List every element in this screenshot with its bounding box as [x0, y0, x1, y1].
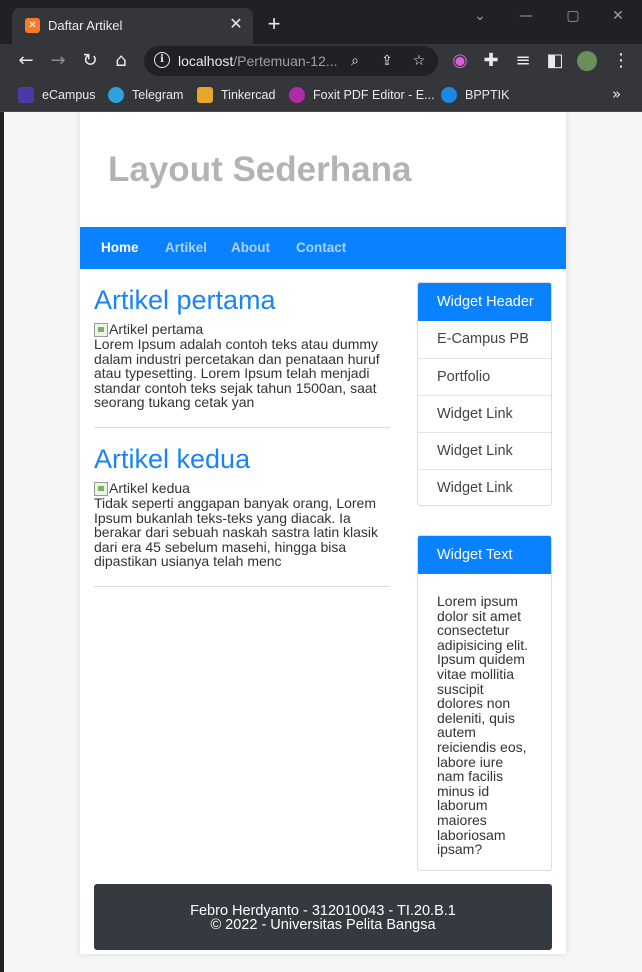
bookmark-label: eCampus — [42, 88, 96, 102]
article-image: Artikel pertama — [94, 322, 390, 337]
window-close-icon[interactable]: ✕ — [604, 6, 632, 26]
media-controls-icon[interactable]: ≡ — [510, 48, 536, 74]
share-icon[interactable]: ⇪ — [376, 50, 398, 72]
more-bookmarks-icon[interactable]: » — [612, 85, 621, 103]
bookmarks-bar: eCampus Telegram Tinkercad Foxit PDF Edi… — [0, 78, 642, 112]
main-nav: Home Artikel About Contact — [80, 227, 566, 269]
bpptik-icon — [441, 87, 457, 103]
browser-toolbar: ← → ↻ ⌂ i localhost/Pertemuan-12... ⌕ ⇪ … — [0, 44, 642, 78]
zoom-icon[interactable]: ⌕ — [344, 50, 366, 72]
footer-copyright: © 2022 - Universitas Pelita Bangsa — [210, 917, 436, 933]
page-container: Layout Sederhana Home Artikel About Cont… — [80, 112, 566, 954]
nav-about[interactable]: About — [231, 240, 270, 255]
extensions-puzzle-icon[interactable]: ✚ — [478, 48, 504, 74]
article-image: Artikel kedua — [94, 481, 390, 496]
tinkercad-icon — [197, 87, 213, 103]
article-excerpt: Tidak seperti anggapan banyak orang, Lor… — [94, 495, 379, 570]
url-host: localhost — [178, 53, 234, 69]
url-path: /Pertemuan-12... — [233, 53, 338, 69]
tab-bar: ✕ Daftar Artikel ✕ + ⌄ — ▢ ✕ — [0, 0, 642, 44]
bookmark-label: Tinkercad — [221, 88, 276, 102]
nav-contact[interactable]: Contact — [296, 240, 346, 255]
close-tab-icon[interactable]: ✕ — [228, 16, 244, 34]
broken-image-icon — [94, 481, 108, 496]
bookmark-label: Foxit PDF Editor - E... — [313, 88, 435, 102]
nav-home[interactable]: Home — [101, 240, 139, 255]
article-title[interactable]: Artikel pertama — [94, 285, 390, 316]
side-panel-icon[interactable]: ◧ — [542, 48, 568, 74]
widget-text-header: Widget Text — [418, 536, 551, 574]
page-viewport: Layout Sederhana Home Artikel About Cont… — [4, 112, 642, 972]
article-card: Artikel pertama Artikel pertama Lorem Ip… — [94, 285, 390, 428]
browser-tab[interactable]: ✕ Daftar Artikel ✕ — [12, 8, 253, 44]
tab-title: Daftar Artikel — [48, 18, 123, 33]
extension-color-icon[interactable]: ◉ — [447, 48, 473, 74]
telegram-icon — [108, 87, 124, 103]
forward-arrow-icon[interactable]: → — [45, 48, 71, 74]
profile-avatar[interactable] — [574, 48, 600, 74]
bookmark-telegram[interactable]: Telegram — [108, 86, 183, 104]
article-title[interactable]: Artikel kedua — [94, 444, 390, 475]
widget-link-ecampus[interactable]: E-Campus PB — [418, 321, 551, 358]
article-card: Artikel kedua Artikel kedua Tidak sepert… — [94, 444, 390, 587]
widget-link-portfolio[interactable]: Portfolio — [418, 358, 551, 395]
site-header: Layout Sederhana — [80, 112, 566, 227]
image-alt-text: Artikel kedua — [109, 480, 190, 496]
home-icon[interactable]: ⌂ — [108, 48, 134, 74]
article-excerpt: Lorem Ipsum adalah contoh teks atau dumm… — [94, 336, 380, 411]
bookmark-label: BPPTIK — [465, 88, 510, 102]
tab-search-chevron-icon[interactable]: ⌄ — [466, 6, 494, 26]
ecampus-icon — [18, 87, 34, 103]
reload-icon[interactable]: ↻ — [77, 48, 103, 74]
image-alt-text: Artikel pertama — [109, 321, 204, 337]
bookmark-label: Telegram — [132, 88, 184, 102]
bookmark-bpptik[interactable]: BPPTIK — [441, 86, 509, 104]
address-bar[interactable]: i localhost/Pertemuan-12... ⌕ ⇪ ☆ — [144, 46, 438, 76]
bookmark-star-icon[interactable]: ☆ — [408, 50, 430, 72]
bookmark-tinkercad[interactable]: Tinkercad — [197, 86, 275, 104]
bookmark-foxit[interactable]: Foxit PDF Editor - E... — [289, 86, 435, 104]
site-info-icon[interactable]: i — [154, 52, 170, 68]
foxit-icon — [289, 87, 305, 103]
widget-links: Widget Header E-Campus PB Portfolio Widg… — [417, 282, 552, 506]
site-footer: Febro Herdyanto - 312010043 - TI.20.B.1 … — [94, 884, 552, 950]
site-title: Layout Sederhana — [108, 150, 412, 189]
new-tab-icon[interactable]: + — [263, 13, 285, 35]
browser-chrome: ✕ Daftar Artikel ✕ + ⌄ — ▢ ✕ ← → ↻ ⌂ i l… — [0, 0, 642, 112]
widget-text-body: Lorem ipsum dolor sit amet consectetur a… — [437, 593, 529, 858]
broken-image-icon — [94, 322, 108, 337]
xampp-favicon-icon: ✕ — [25, 18, 40, 33]
maximize-icon[interactable]: ▢ — [559, 6, 587, 26]
url-text: localhost/Pertemuan-12... — [178, 53, 338, 69]
bookmark-ecampus[interactable]: eCampus — [18, 86, 96, 104]
widget-link[interactable]: Widget Link — [418, 395, 551, 432]
widget-link[interactable]: Widget Link — [418, 469, 551, 505]
browser-menu-icon[interactable]: ⋮ — [608, 48, 634, 74]
nav-artikel[interactable]: Artikel — [165, 240, 207, 255]
widget-link[interactable]: Widget Link — [418, 432, 551, 469]
widget-text: Widget Text Lorem ipsum dolor sit amet c… — [417, 535, 552, 871]
widget-header: Widget Header — [418, 283, 551, 321]
minimize-icon[interactable]: — — [512, 6, 540, 26]
back-arrow-icon[interactable]: ← — [13, 48, 39, 74]
